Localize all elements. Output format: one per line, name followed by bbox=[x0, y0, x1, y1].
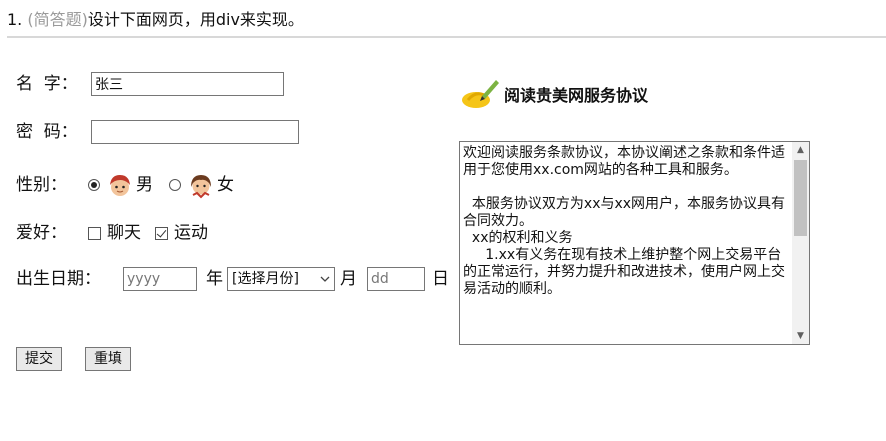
gender-label: 性别： bbox=[16, 175, 67, 195]
gender-row: 性别： 男 女 bbox=[16, 171, 234, 199]
question-header: 1. (简答题)设计下面网页，用div来实现。 bbox=[7, 9, 304, 31]
agreement-title: 阅读贵美网服务协议 bbox=[460, 76, 648, 112]
hobby-chat-label: 聊天 bbox=[107, 223, 141, 243]
boy-avatar-icon bbox=[110, 175, 130, 196]
month-select[interactable]: [选择月份] bbox=[227, 267, 335, 291]
password-label: 密 码： bbox=[16, 122, 78, 142]
submit-button[interactable]: 提交 bbox=[16, 347, 62, 371]
agreement-content: 欢迎阅读服务条款协议，本协议阐述之条款和条件适用于您使用xx.com网站的各种工… bbox=[463, 145, 786, 297]
chevron-down-icon bbox=[320, 276, 330, 282]
hobby-sport-checkbox[interactable] bbox=[155, 226, 168, 240]
scroll-thumb[interactable] bbox=[794, 160, 807, 236]
month-select-value: [选择月份] bbox=[232, 271, 299, 287]
pen-logo-icon bbox=[462, 80, 499, 108]
hobby-row: 爱好： 聊天 运动 bbox=[16, 221, 208, 245]
birthdate-row: 出生日期： 年 [选择月份] 月 日 bbox=[16, 267, 449, 291]
question-text: 设计下面网页，用div来实现。 bbox=[87, 10, 304, 29]
name-input[interactable] bbox=[91, 72, 284, 96]
name-label: 名 字： bbox=[16, 74, 78, 94]
agreement-textarea[interactable]: 欢迎阅读服务条款协议，本协议阐述之条款和条件适用于您使用xx.com网站的各种工… bbox=[459, 141, 810, 345]
day-unit: 日 bbox=[432, 269, 449, 289]
gender-male-label: 男 bbox=[136, 175, 153, 195]
agreement-scrollbar[interactable]: ▲ ▼ bbox=[792, 142, 809, 344]
question-number: 1. bbox=[7, 10, 23, 29]
hobby-label: 爱好： bbox=[16, 223, 67, 243]
header-divider bbox=[7, 36, 886, 38]
day-input[interactable] bbox=[367, 267, 425, 291]
scroll-down-arrow-icon[interactable]: ▼ bbox=[792, 328, 809, 344]
gender-female-label: 女 bbox=[217, 175, 234, 195]
password-input[interactable] bbox=[91, 120, 299, 144]
year-input[interactable] bbox=[123, 267, 197, 291]
reset-button[interactable]: 重填 bbox=[85, 347, 131, 371]
question-type-tag: (简答题) bbox=[27, 10, 88, 29]
gender-male-radio[interactable] bbox=[88, 179, 100, 191]
gender-female-radio[interactable] bbox=[169, 179, 181, 191]
agreement-title-text: 阅读贵美网服务协议 bbox=[504, 86, 649, 105]
girl-avatar-icon bbox=[191, 175, 211, 199]
hobby-chat-checkbox[interactable] bbox=[88, 226, 101, 240]
hobby-sport-label: 运动 bbox=[174, 223, 208, 243]
password-row: 密 码： bbox=[16, 120, 299, 144]
birthdate-label: 出生日期： bbox=[16, 269, 101, 289]
name-row: 名 字： bbox=[16, 72, 284, 96]
scroll-up-arrow-icon[interactable]: ▲ bbox=[792, 142, 809, 158]
month-unit: 月 bbox=[340, 269, 357, 289]
year-unit: 年 bbox=[206, 269, 223, 289]
